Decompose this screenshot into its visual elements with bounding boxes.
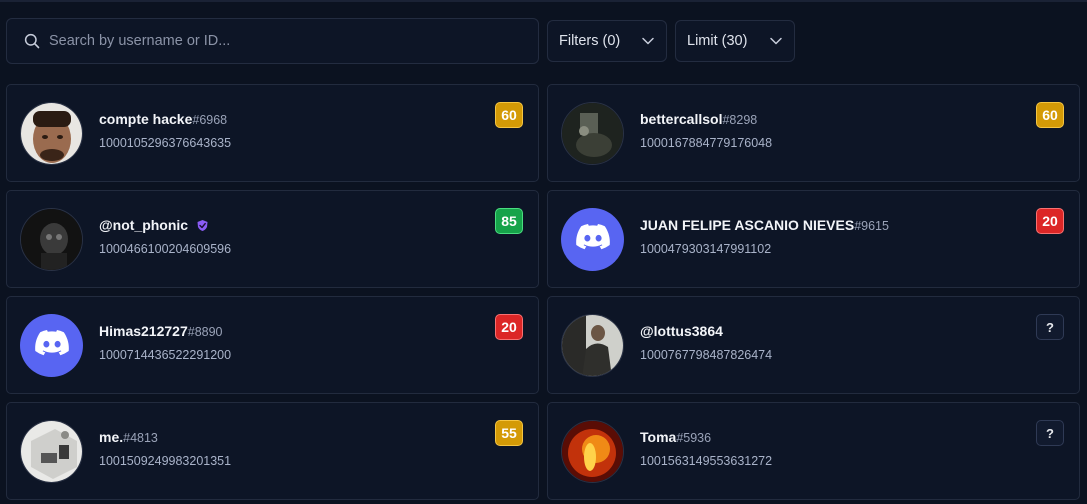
top-divider	[0, 0, 1087, 2]
username: me.	[99, 429, 124, 445]
user-id: 1000479303147991102	[640, 242, 772, 256]
filters-label: Filters (0)	[559, 33, 621, 49]
toolbar: Filters (0) Limit (30)	[6, 18, 1087, 64]
username: bettercallsol	[640, 111, 723, 127]
discriminator: #5936	[676, 431, 712, 445]
username: @not_phonic	[99, 217, 189, 233]
limit-dropdown[interactable]: Limit (30)	[675, 20, 795, 62]
user-card[interactable]: @lottus3864 1000767798487826474 ?	[547, 296, 1080, 394]
user-id: 1001563149553631272	[640, 454, 773, 468]
discord-logo-icon	[575, 224, 610, 255]
score-badge: ?	[1036, 420, 1064, 446]
score-badge: 55	[495, 420, 523, 446]
avatar	[561, 102, 624, 165]
verified-shield-icon	[196, 219, 209, 232]
discord-logo-icon	[34, 330, 69, 361]
discriminator: #8890	[187, 325, 223, 339]
discriminator: #4813	[123, 431, 158, 445]
chevron-down-icon	[769, 34, 783, 48]
user-card[interactable]: JUAN FELIPE ASCANIO NIEVES #9615 1000479…	[547, 190, 1080, 288]
username: @lottus3864	[640, 323, 723, 339]
limit-label: Limit (30)	[687, 33, 748, 49]
discriminator: #6968	[192, 113, 228, 127]
avatar	[561, 314, 624, 377]
user-card[interactable]: compte hacke #6968 1000105296376643635 6…	[6, 84, 539, 182]
avatar	[561, 420, 624, 483]
avatar	[20, 420, 83, 483]
username: Toma	[640, 429, 677, 445]
search-box[interactable]	[6, 18, 539, 64]
user-id: 1000466100204609596	[99, 242, 232, 256]
score-badge: 60	[495, 102, 523, 128]
user-id: 1000714436522291200	[99, 348, 232, 362]
chevron-down-icon	[641, 34, 655, 48]
score-badge: 20	[495, 314, 523, 340]
filters-dropdown[interactable]: Filters (0)	[547, 20, 667, 62]
username: JUAN FELIPE ASCANIO NIEVES	[640, 217, 855, 233]
user-id: 1000105296376643635	[99, 136, 232, 150]
avatar	[20, 208, 83, 271]
user-id: 1000767798487826474	[640, 348, 773, 362]
score-badge: 60	[1036, 102, 1064, 128]
search-icon	[23, 32, 41, 50]
avatar	[20, 314, 83, 377]
search-input[interactable]	[49, 33, 489, 49]
avatar	[561, 208, 624, 271]
discriminator: #9615	[854, 219, 889, 233]
username: Himas212727	[99, 323, 188, 339]
score-badge: 85	[495, 208, 523, 234]
user-card[interactable]: Himas212727 #8890 1000714436522291200 20	[6, 296, 539, 394]
user-card[interactable]: @not_phonic 1000466100204609596 85	[6, 190, 539, 288]
user-card[interactable]: me. #4813 1001509249983201351 55	[6, 402, 539, 500]
score-badge: ?	[1036, 314, 1064, 340]
user-card[interactable]: bettercallsol #8298 1000167884779176048 …	[547, 84, 1080, 182]
score-badge: 20	[1036, 208, 1064, 234]
discriminator: #8298	[722, 113, 758, 127]
username: compte hacke	[99, 111, 193, 127]
user-id: 1001509249983201351	[99, 454, 232, 468]
user-card[interactable]: Toma #5936 1001563149553631272 ?	[547, 402, 1080, 500]
user-id: 1000167884779176048	[640, 136, 773, 150]
avatar	[20, 102, 83, 165]
